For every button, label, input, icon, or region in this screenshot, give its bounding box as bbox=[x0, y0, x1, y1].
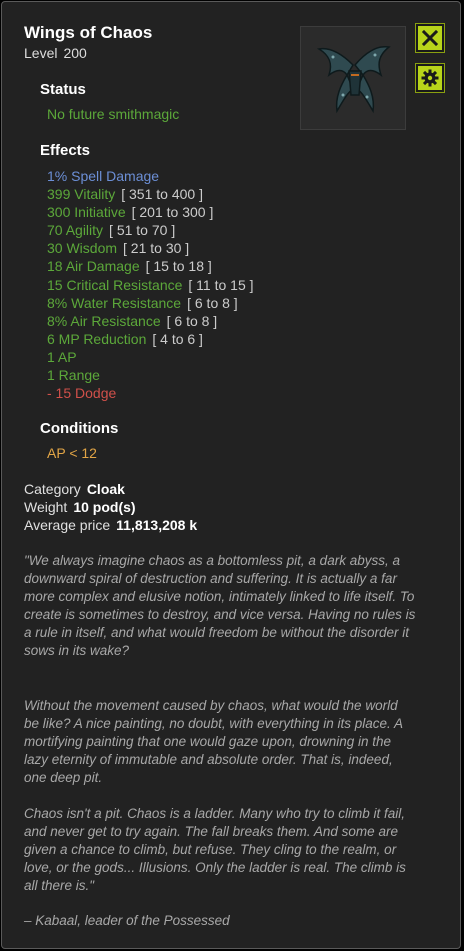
effect-row: 8% Water Resistance[ 6 to 8 ] bbox=[47, 294, 238, 311]
effect-row: - 15 Dodge bbox=[47, 385, 117, 402]
effect-row: 1 Range bbox=[47, 367, 100, 384]
price-value: 11,813,208 k bbox=[116, 517, 198, 533]
category-label: Category bbox=[24, 481, 81, 497]
effect-row: 30 Wisdom[ 21 to 30 ] bbox=[47, 240, 190, 257]
category-value: Cloak bbox=[86, 481, 125, 497]
gear-icon bbox=[421, 69, 439, 87]
effect-row: 70 Agility[ 51 to 70 ] bbox=[47, 222, 176, 239]
weight-label: Weight bbox=[24, 499, 68, 515]
item-tooltip-panel: Wings of Chaos Level 200 Status No futur… bbox=[1, 1, 461, 949]
description-paragraph: "We always imagine chaos as a bottomless… bbox=[24, 553, 416, 659]
condition-text: AP < 12 bbox=[47, 445, 97, 461]
level-label: Level bbox=[24, 45, 58, 61]
effect-row: 6 MP Reduction[ 4 to 6 ] bbox=[47, 330, 203, 347]
status-text: No future smithmagic bbox=[47, 106, 180, 122]
price-label: Average price bbox=[24, 517, 111, 533]
close-x-icon bbox=[421, 29, 439, 47]
effect-row: 15 Critical Resistance[ 11 to 15 ] bbox=[47, 276, 254, 293]
price-row: Average price 11,813,208 k bbox=[24, 517, 197, 533]
description-paragraph: Without the movement caused by chaos, wh… bbox=[24, 698, 403, 786]
close-button[interactable] bbox=[415, 23, 445, 53]
level-value: 200 bbox=[63, 45, 87, 61]
item-image bbox=[300, 26, 406, 130]
cloak-wings-icon bbox=[316, 45, 391, 114]
status-heading: Status bbox=[40, 81, 86, 98]
effect-row: 399 Vitality[ 351 to 400 ] bbox=[47, 186, 203, 203]
effect-row: 300 Initiative[ 201 to 300 ] bbox=[47, 204, 214, 221]
description-attribution: – Kabaal, leader of the Possessed bbox=[24, 913, 230, 928]
category-row: Category Cloak bbox=[24, 481, 125, 497]
item-name: Wings of Chaos bbox=[24, 23, 153, 42]
conditions-heading: Conditions bbox=[40, 420, 119, 437]
effect-row: 1 AP bbox=[47, 348, 77, 365]
effect-row: 18 Air Damage[ 15 to 18 ] bbox=[47, 258, 212, 275]
weight-value: 10 pod(s) bbox=[73, 499, 136, 515]
settings-button[interactable] bbox=[415, 63, 445, 93]
effect-row: 1% Spell Damage bbox=[47, 168, 160, 184]
description-paragraph: Chaos isn't a pit. Chaos is a ladder. Ma… bbox=[24, 806, 406, 894]
effects-list: 1% Spell Damage 399 Vitality[ 351 to 400… bbox=[47, 167, 254, 402]
weight-row: Weight 10 pod(s) bbox=[24, 499, 136, 515]
effects-heading: Effects bbox=[40, 142, 91, 159]
item-level: Level 200 bbox=[24, 45, 87, 61]
effect-row: 8% Air Resistance[ 6 to 8 ] bbox=[47, 312, 218, 329]
